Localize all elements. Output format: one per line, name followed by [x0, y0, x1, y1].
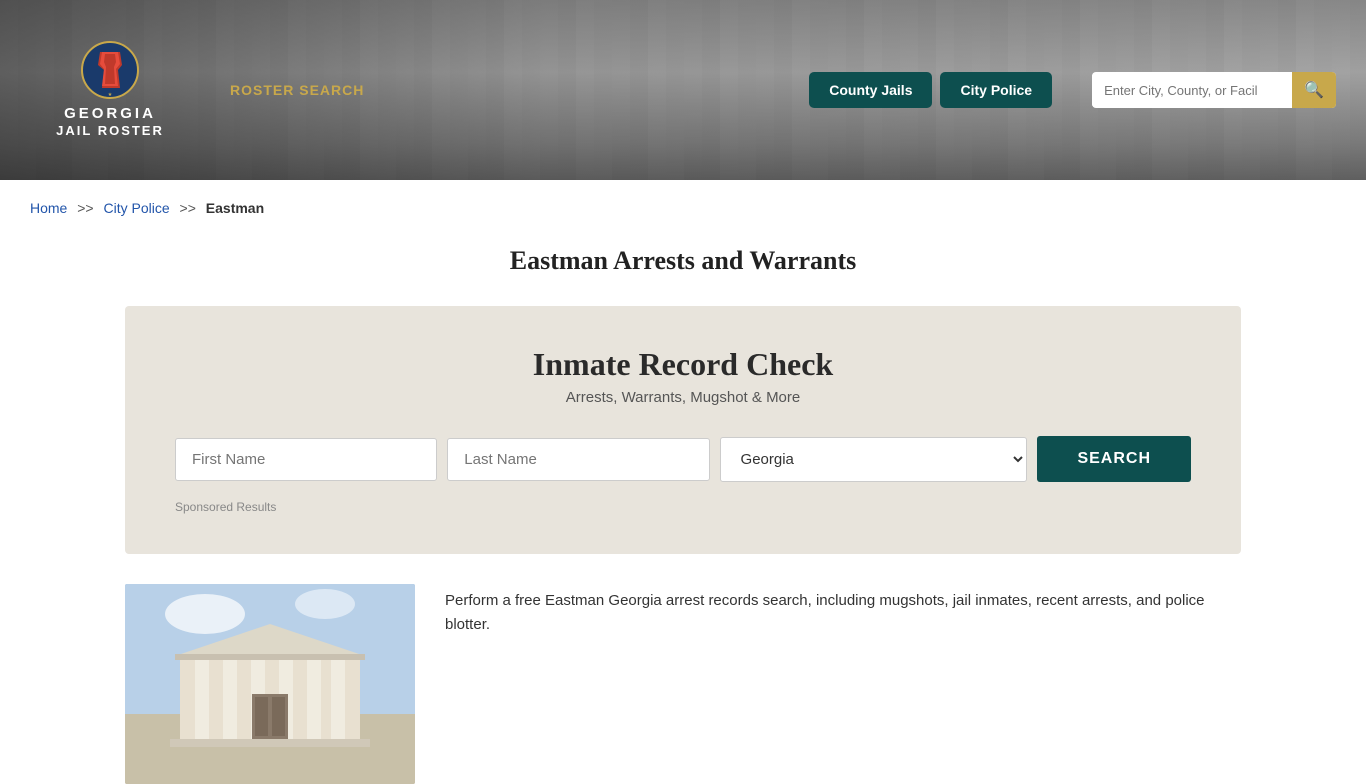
breadcrumb-home[interactable]: Home [30, 200, 67, 216]
site-logo[interactable]: ★ GEORGIA JAIL ROSTER [30, 40, 190, 140]
record-check-form: Georgia Alabama Florida Tennessee SEARCH [175, 436, 1191, 482]
courthouse-svg [125, 584, 415, 784]
sponsored-label: Sponsored Results [175, 500, 1191, 514]
city-police-button[interactable]: City Police [940, 72, 1052, 108]
breadcrumb-city-police[interactable]: City Police [104, 200, 170, 216]
header-search-bar: 🔍 [1092, 72, 1336, 108]
breadcrumb: Home >> City Police >> Eastman [0, 180, 1366, 236]
roster-search-nav[interactable]: ROSTER SEARCH [230, 82, 364, 98]
record-check-title: Inmate Record Check [175, 346, 1191, 383]
logo-text: GEORGIA JAIL ROSTER [56, 104, 164, 140]
header-search-button[interactable]: 🔍 [1292, 72, 1336, 108]
last-name-input[interactable] [447, 438, 709, 481]
courthouse-image [125, 584, 415, 784]
record-check-subtitle: Arrests, Warrants, Mugshot & More [175, 389, 1191, 406]
breadcrumb-sep-2: >> [180, 200, 196, 216]
site-header: ★ GEORGIA JAIL ROSTER ROSTER SEARCH Coun… [0, 0, 1366, 180]
bottom-section: Perform a free Eastman Georgia arrest re… [0, 584, 1366, 784]
bottom-description: Perform a free Eastman Georgia arrest re… [445, 584, 1241, 637]
page-title: Eastman Arrests and Warrants [0, 246, 1366, 276]
breadcrumb-current: Eastman [206, 200, 264, 216]
state-select[interactable]: Georgia Alabama Florida Tennessee [720, 437, 1028, 482]
first-name-input[interactable] [175, 438, 437, 481]
georgia-seal-icon: ★ [80, 40, 140, 100]
breadcrumb-sep-1: >> [77, 200, 93, 216]
nav-buttons: County Jails City Police [809, 72, 1052, 108]
svg-text:★: ★ [108, 92, 113, 98]
record-check-section: Inmate Record Check Arrests, Warrants, M… [125, 306, 1241, 554]
header-search-input[interactable] [1092, 75, 1292, 106]
record-search-button[interactable]: SEARCH [1037, 436, 1191, 482]
county-jails-button[interactable]: County Jails [809, 72, 932, 108]
